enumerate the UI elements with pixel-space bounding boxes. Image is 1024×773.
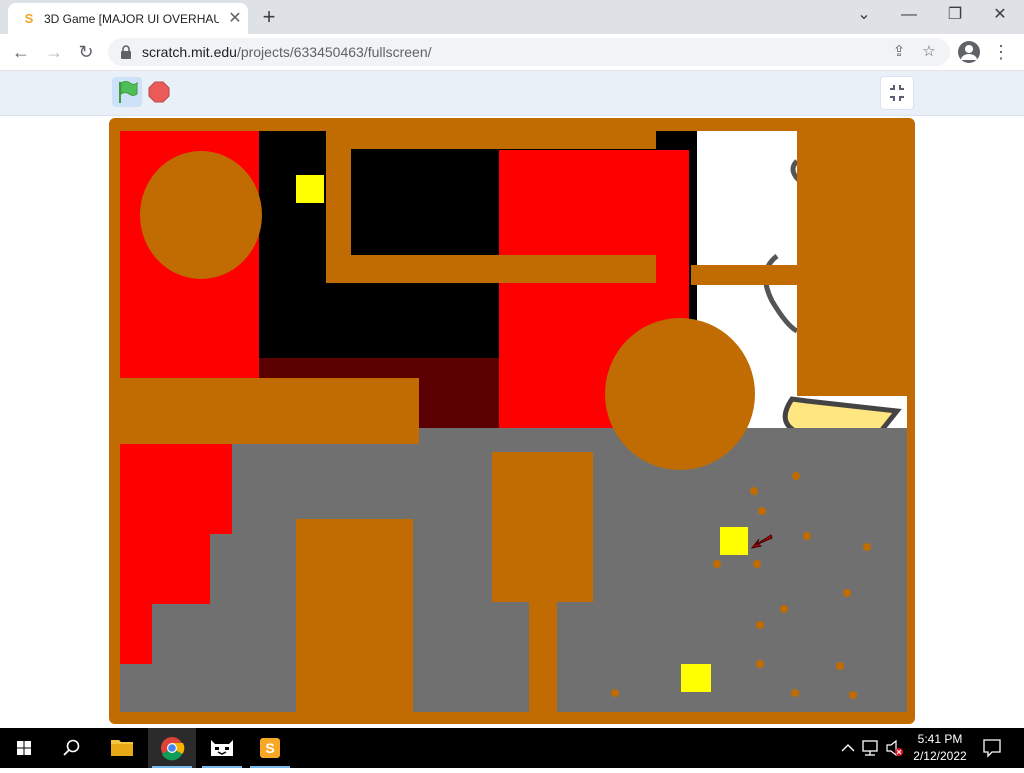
brown-block-right [797, 131, 907, 396]
windows-logo-icon [17, 741, 31, 755]
forward-button[interactable]: → [42, 40, 66, 64]
brown-circle-top [140, 151, 262, 279]
particle-dot [849, 691, 857, 699]
back-button[interactable]: ← [9, 40, 33, 64]
share-icon[interactable]: ⇪ [890, 43, 908, 61]
cat-face-icon [211, 740, 233, 756]
brown-block-lower [296, 519, 413, 716]
scratch-favicon-icon: S [24, 11, 34, 26]
clock-time: 5:41 PM [917, 732, 963, 746]
lock-icon[interactable] [120, 45, 132, 59]
brown-block-center [492, 452, 593, 602]
close-tab-icon[interactable]: ✕ [226, 10, 244, 28]
brown-beam-top [326, 131, 656, 149]
close-window-button[interactable]: ✕ [986, 4, 1014, 26]
chrome-icon [161, 737, 185, 761]
system-clock[interactable]: 5:41 PM 2/12/2022 [906, 731, 974, 765]
green-flag-icon [119, 81, 138, 103]
particle-dot [756, 621, 764, 629]
tab-search-icon[interactable]: ⌄ [850, 4, 878, 26]
file-explorer-button[interactable] [98, 728, 146, 768]
particle-dot [780, 605, 788, 613]
scratch-cat-taskbar-button[interactable] [198, 728, 246, 768]
particle-dot [611, 689, 619, 697]
folder-icon [111, 740, 133, 756]
game-stage[interactable] [109, 118, 915, 724]
particle-dot [843, 589, 851, 597]
particle-dot [792, 472, 800, 480]
minimize-button[interactable]: — [895, 4, 923, 26]
brown-beam-mid [326, 255, 656, 283]
yellow-coin [296, 175, 324, 203]
restore-button[interactable]: ❐ [941, 4, 969, 26]
url-text[interactable]: scratch.mit.edu/projects/633450463/fulls… [142, 44, 432, 60]
search-icon [63, 739, 80, 756]
profile-avatar[interactable] [958, 41, 980, 63]
exit-fullscreen-button[interactable] [880, 76, 914, 110]
particle-dot [753, 560, 761, 568]
person-icon [961, 45, 977, 60]
url-host: scratch.mit.edu [142, 44, 237, 60]
particle-dot [758, 507, 766, 515]
chrome-menu-icon[interactable]: ⋮ [992, 40, 1010, 64]
red-wall-lower-3 [120, 604, 152, 664]
particle-dot [836, 662, 844, 670]
particle-dot [791, 689, 799, 697]
clock-date: 2/12/2022 [913, 749, 967, 763]
address-bar[interactable]: scratch.mit.edu/projects/633450463/fulls… [108, 38, 950, 66]
green-flag-button[interactable] [112, 77, 142, 107]
network-icon[interactable] [860, 728, 882, 768]
scratch-app-icon: S [260, 738, 280, 758]
particle-dot [756, 660, 764, 668]
exit-fullscreen-icon [890, 85, 904, 101]
start-button[interactable] [0, 728, 48, 768]
stop-sign-icon[interactable] [148, 81, 170, 103]
bookmark-star-icon[interactable]: ☆ [920, 43, 938, 61]
chrome-taskbar-button[interactable] [148, 728, 196, 768]
reload-button[interactable]: ↻ [74, 40, 98, 64]
yellow-coin [681, 664, 711, 692]
brown-circle-center [605, 318, 755, 470]
particle-dot [803, 532, 811, 540]
browser-tab[interactable]: S 3D Game [MAJOR UI OVERHAUL ✕ [8, 3, 248, 34]
search-button[interactable] [48, 728, 96, 768]
svg-text:S: S [265, 740, 274, 756]
direction-arrow-icon [750, 534, 773, 549]
tab-title: 3D Game [MAJOR UI OVERHAUL [44, 12, 219, 26]
red-wall-lower [120, 444, 232, 534]
volume-muted-icon[interactable] [884, 728, 906, 768]
scratch-controls-bar [0, 71, 1024, 116]
player-yellow-square [720, 527, 748, 555]
brown-platform-left [115, 378, 419, 444]
url-path: /projects/633450463/fullscreen/ [236, 44, 432, 60]
scratch-desktop-taskbar-button[interactable]: S [246, 728, 294, 768]
particle-dot [713, 560, 721, 568]
browser-toolbar: ← → ↻ scratch.mit.edu/projects/633450463… [0, 34, 1024, 71]
particle-dot [863, 543, 871, 551]
red-wall-lower-2 [120, 534, 210, 604]
new-tab-button[interactable]: + [258, 6, 280, 28]
tab-strip: S 3D Game [MAJOR UI OVERHAUL ✕ + ⌄ — ❐ ✕ [0, 0, 1024, 34]
chevron-up-icon[interactable] [838, 728, 858, 768]
particle-dot [750, 487, 758, 495]
notifications-icon[interactable] [980, 728, 1004, 768]
brown-beam-right [691, 265, 801, 285]
brown-post [529, 600, 557, 716]
windows-taskbar: S 5:41 PM 2/12/2022 [0, 728, 1024, 768]
